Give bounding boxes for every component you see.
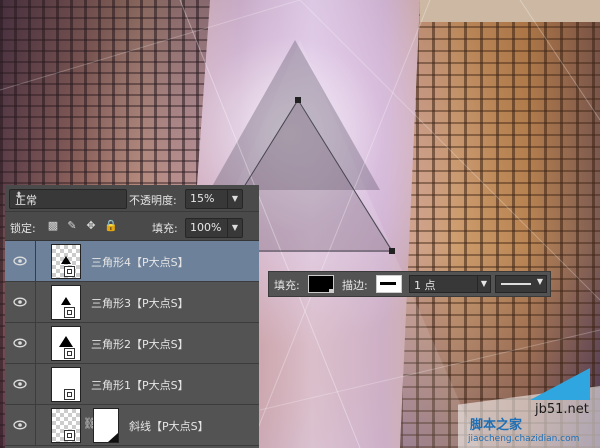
opacity-label: 不透明度: xyxy=(129,194,177,207)
layers-panel: 正常 ⬍ 不透明度: 15% ▼ 锁定: ▩ ✎ ✥ 🔒 填充: 100% ▼ … xyxy=(5,185,259,448)
stroke-width-value: 1 点 xyxy=(414,279,436,292)
stroke-width-field[interactable]: 1 点 ▼ xyxy=(409,275,491,293)
layer-name: 斜线【P大点S】 xyxy=(129,420,209,433)
watermark-domain: jb51.net xyxy=(535,402,589,417)
lock-transparent-pixels-icon[interactable]: ▩ xyxy=(47,220,59,232)
layer-row-slant-lines[interactable]: ⛓ 斜线【P大点S】 xyxy=(5,405,259,446)
layer-row-triangle1[interactable]: 三角形1【P大点S】 xyxy=(5,364,259,405)
lock-all-icon[interactable]: 🔒 xyxy=(104,220,118,232)
blend-mode-select[interactable]: 正常 ⬍ xyxy=(9,189,127,209)
opacity-value: 15% xyxy=(190,192,215,205)
stroke-color-swatch[interactable] xyxy=(376,275,402,293)
layer-thumbnail xyxy=(51,285,81,320)
lock-position-icon[interactable]: ✥ xyxy=(85,220,97,232)
lock-image-pixels-icon[interactable]: ✎ xyxy=(66,220,78,232)
layer-name: 三角形2【P大点S】 xyxy=(91,338,189,351)
layer-thumbnail xyxy=(51,408,81,443)
chevron-down-icon[interactable]: ▼ xyxy=(477,276,490,292)
shape-options-bar: 填充: 描边: 1 点 ▼ ▼ xyxy=(268,271,551,297)
fill-field[interactable]: 100% ▼ xyxy=(185,218,243,238)
layer-row-triangle4[interactable]: 三角形4【P大点S】 xyxy=(5,241,259,282)
line-style-icon xyxy=(501,283,531,285)
eye-icon xyxy=(13,379,27,389)
visibility-toggle[interactable] xyxy=(5,282,36,322)
visibility-toggle[interactable] xyxy=(5,241,36,281)
layer-mask-thumbnail[interactable] xyxy=(93,408,119,443)
stroke-label: 描边: xyxy=(342,279,368,292)
layer-thumbnail xyxy=(51,326,81,361)
layer-thumbnail xyxy=(51,367,81,402)
visibility-toggle[interactable] xyxy=(5,405,36,445)
chevron-down-icon: ▼ xyxy=(536,277,543,286)
fill-label: 填充: xyxy=(274,279,300,292)
anchor-point-top[interactable] xyxy=(295,97,301,103)
chevron-down-icon[interactable]: ▼ xyxy=(227,219,242,237)
layer-row-triangle2[interactable]: 三角形2【P大点S】 xyxy=(5,323,259,364)
visibility-toggle[interactable] xyxy=(5,364,36,404)
layer-name: 三角形1【P大点S】 xyxy=(91,379,189,392)
layers-panel-header: 正常 ⬍ 不透明度: 15% ▼ xyxy=(5,185,259,212)
watermark-title: 脚本之家 xyxy=(470,418,523,433)
fill-value: 100% xyxy=(190,221,222,234)
visibility-toggle[interactable] xyxy=(5,323,36,363)
fill-label: 填充: xyxy=(152,222,178,235)
eye-icon xyxy=(13,420,27,430)
fill-color-swatch[interactable] xyxy=(308,275,334,293)
opacity-field[interactable]: 15% ▼ xyxy=(185,189,243,209)
lock-row: 锁定: ▩ ✎ ✥ 🔒 填充: 100% ▼ xyxy=(5,212,259,241)
eye-icon xyxy=(13,256,27,266)
stroke-type-select[interactable]: ▼ xyxy=(495,275,547,293)
chevron-down-icon[interactable]: ▼ xyxy=(227,190,242,208)
layer-name: 三角形4【P大点S】 xyxy=(91,256,189,269)
eye-icon xyxy=(13,338,27,348)
layer-name: 三角形3【P大点S】 xyxy=(91,297,189,310)
chevron-updown-icon: ⬍ xyxy=(15,191,23,201)
eye-icon xyxy=(13,297,27,307)
layer-thumbnail xyxy=(51,244,81,279)
anchor-point-right[interactable] xyxy=(389,248,395,254)
watermark-url: jiaocheng.chazidian.com xyxy=(468,434,580,444)
lock-label: 锁定: xyxy=(10,222,36,235)
layer-row-triangle3[interactable]: 三角形3【P大点S】 xyxy=(5,282,259,323)
